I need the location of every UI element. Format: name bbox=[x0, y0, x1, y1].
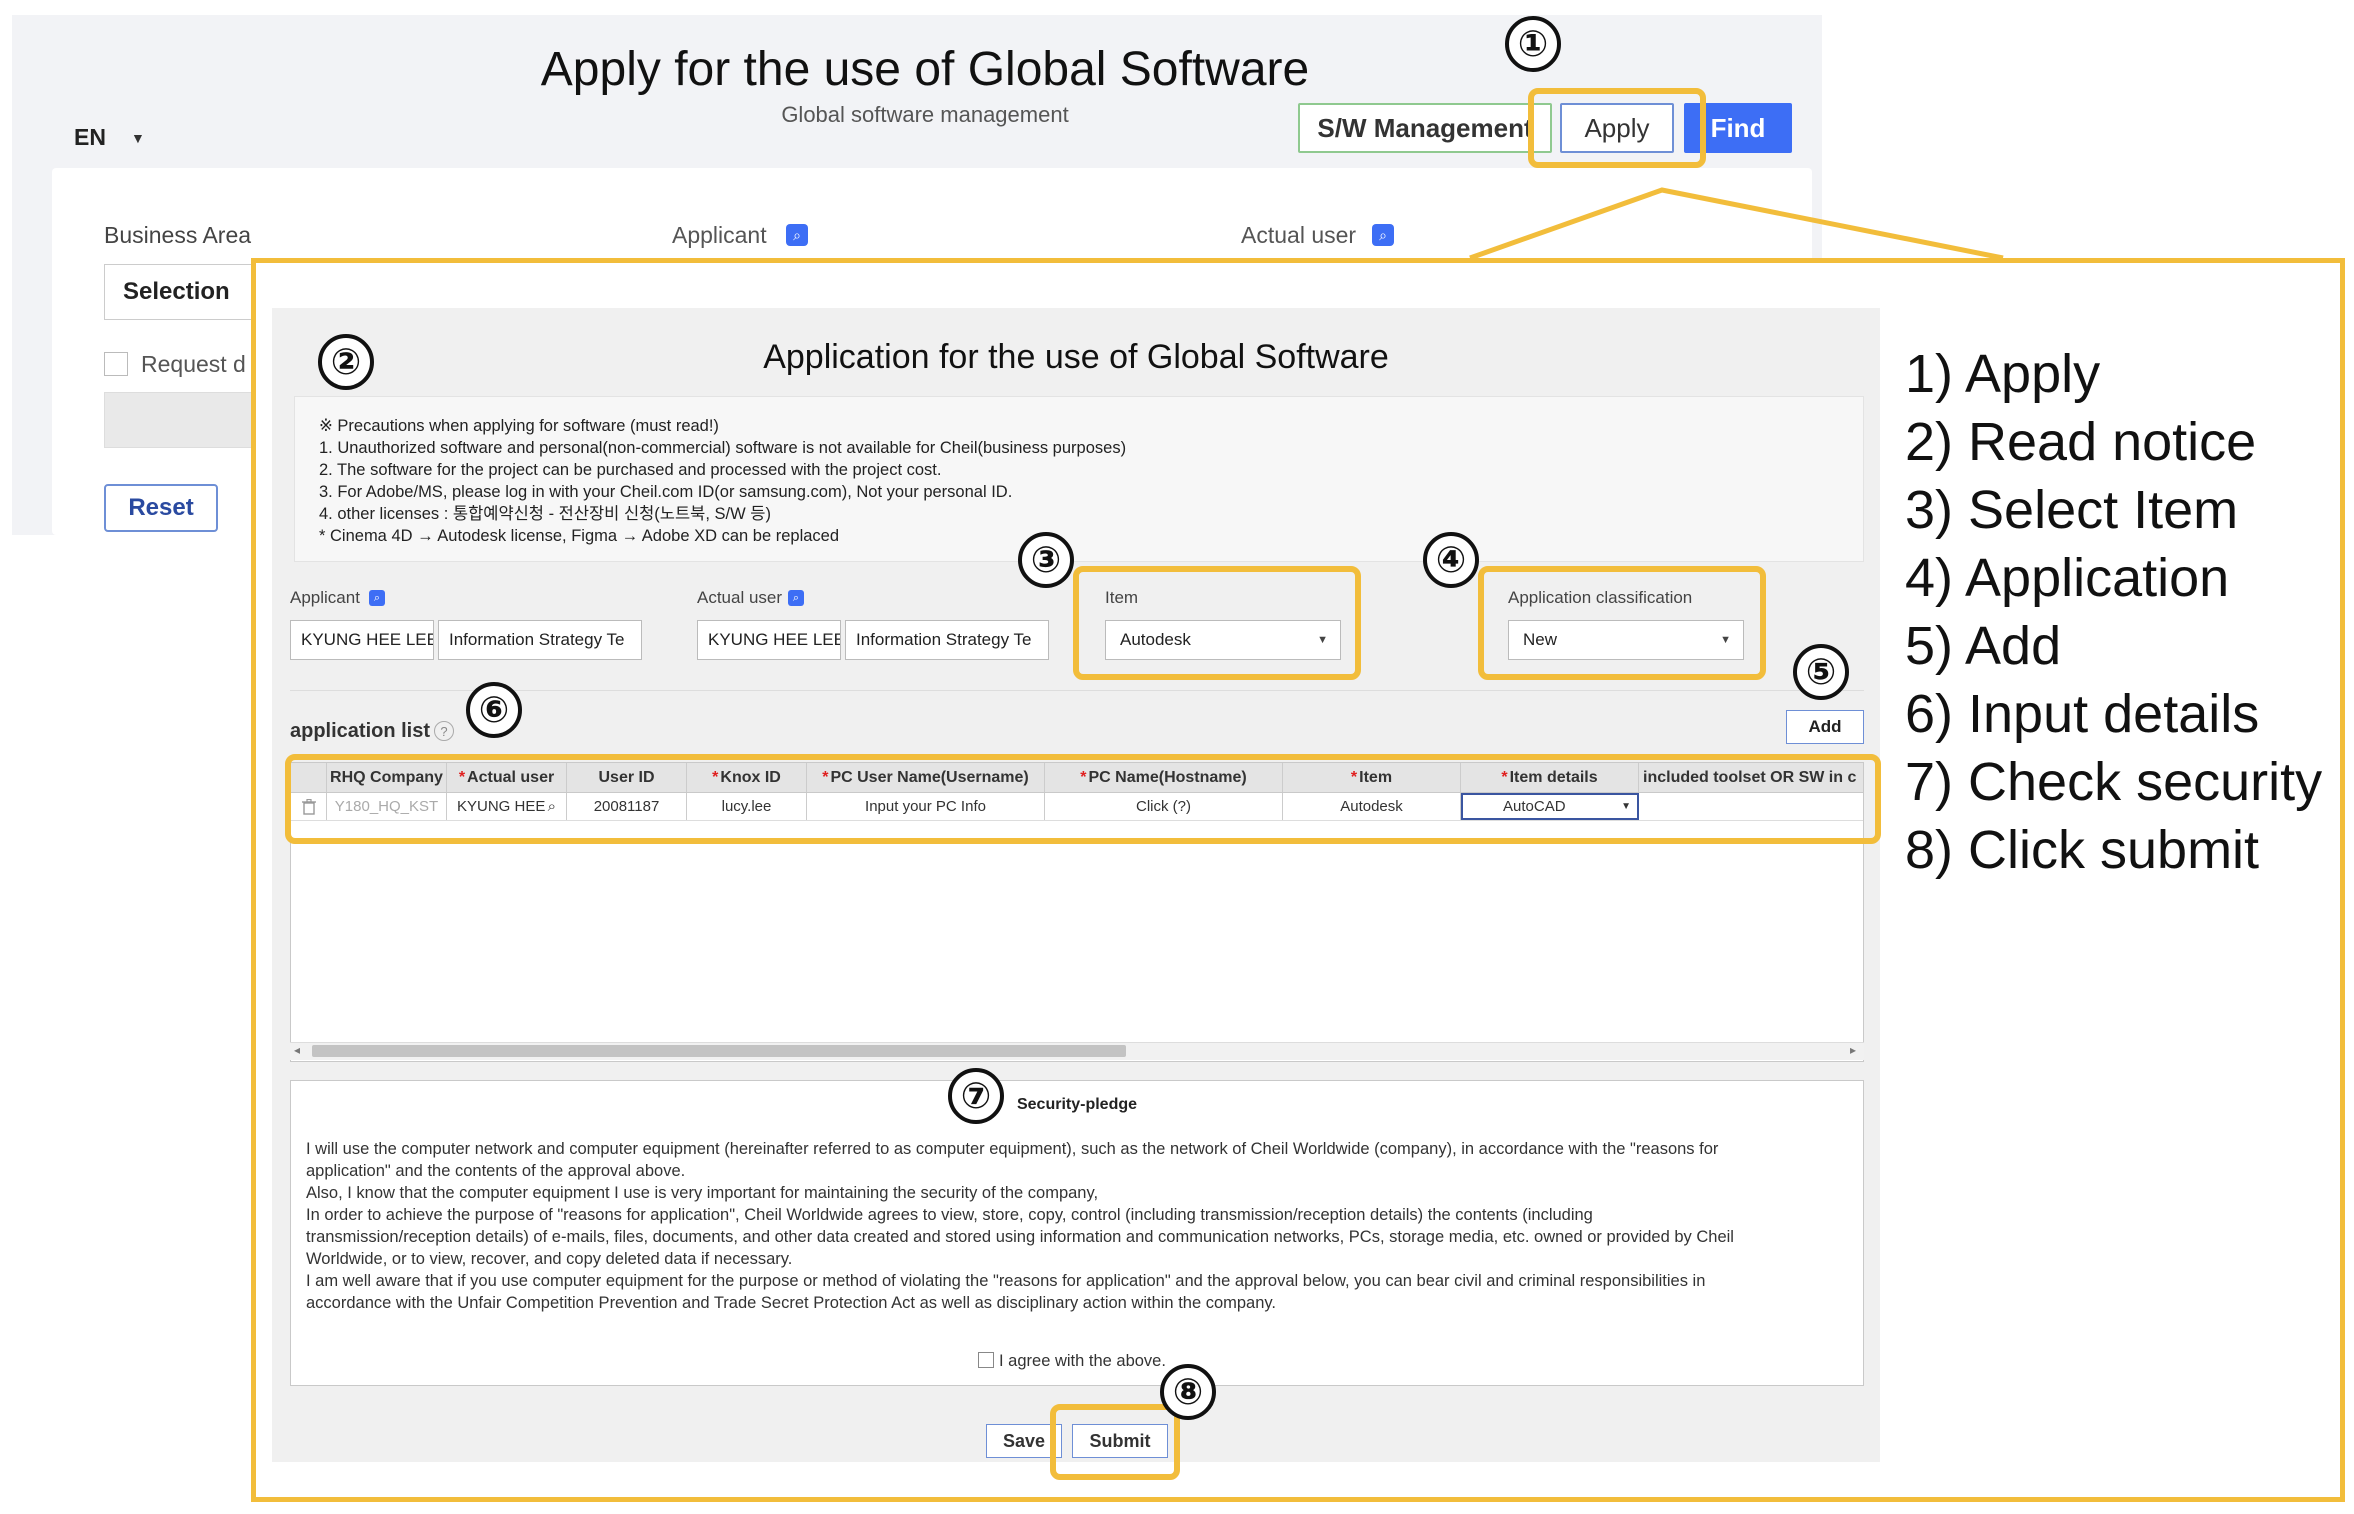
highlight-apply bbox=[1528, 88, 1706, 168]
step-item: 1) Apply bbox=[1905, 344, 2101, 404]
highlight-grid-row bbox=[285, 754, 1881, 844]
step-marker-3: ③ bbox=[1018, 532, 1074, 588]
scroll-right-icon[interactable]: ▸ bbox=[1850, 1043, 1856, 1057]
step-marker-1: ① bbox=[1505, 16, 1561, 72]
step-marker-6: ⑥ bbox=[466, 682, 522, 738]
language-select[interactable]: EN bbox=[74, 124, 106, 151]
request-label: Request d bbox=[141, 351, 246, 377]
page-subtitle: Global software management bbox=[781, 102, 1069, 127]
agree-label: I agree with the above. bbox=[999, 1352, 1166, 1370]
step-marker-8: ⑧ bbox=[1160, 1364, 1216, 1420]
notice-line: 4. other licenses : 통합예약신청 - 전산장비 신청(노트북… bbox=[319, 505, 771, 523]
step-marker-2: ② bbox=[318, 334, 374, 390]
notice-line: 1. Unauthorized software and personal(no… bbox=[319, 439, 1127, 457]
search-icon[interactable]: ⌕ bbox=[786, 224, 808, 246]
step-marker-5: ⑤ bbox=[1793, 644, 1849, 700]
application-list-label: application list bbox=[290, 720, 431, 742]
highlight-item bbox=[1073, 566, 1361, 680]
applicant-name-field[interactable]: KYUNG HEE LEE bbox=[290, 620, 434, 660]
divider bbox=[290, 690, 1864, 691]
notice-line: 3. For Adobe/MS, please log in with your… bbox=[319, 483, 1013, 501]
modal-title: Application for the use of Global Softwa… bbox=[763, 338, 1389, 376]
request-checkbox[interactable] bbox=[104, 352, 128, 376]
highlight-submit bbox=[1050, 1404, 1180, 1480]
step-item: 5) Add bbox=[1905, 616, 2062, 676]
step-marker-7: ⑦ bbox=[948, 1068, 1004, 1124]
notice-box: ※ Precautions when applying for software… bbox=[294, 396, 1864, 562]
applicant-label: Applicant bbox=[672, 222, 767, 248]
pledge-line: Also, I know that the computer equipment… bbox=[306, 1184, 1099, 1202]
business-area-select[interactable]: Selection bbox=[104, 264, 264, 320]
highlight-classification bbox=[1478, 566, 1766, 680]
business-area-label: Business Area bbox=[104, 222, 252, 248]
sw-management-button[interactable]: S/W Management bbox=[1298, 103, 1552, 153]
pledge-line: In order to achieve the purpose of "reas… bbox=[306, 1206, 1593, 1224]
scrollbar-thumb[interactable] bbox=[312, 1045, 1126, 1057]
disabled-field bbox=[104, 392, 264, 448]
actual-user-dept-field[interactable]: Information Strategy Te bbox=[845, 620, 1049, 660]
step-item: 2) Read notice bbox=[1905, 412, 2257, 472]
step-item: 7) Check security bbox=[1905, 752, 2323, 812]
steps-list: 1) Apply 2) Read notice 3) Select Item 4… bbox=[1905, 340, 2345, 884]
applicant-label: Applicant bbox=[290, 588, 360, 607]
pledge-line: Worldwide, or to view, recover, and copy… bbox=[306, 1250, 793, 1268]
reset-button[interactable]: Reset bbox=[104, 484, 218, 532]
pledge-line: application" and the contents of the app… bbox=[306, 1162, 686, 1180]
search-icon[interactable]: ⌕ bbox=[1372, 224, 1394, 246]
step-marker-4: ④ bbox=[1423, 532, 1479, 588]
security-pledge-text: I will use the computer network and comp… bbox=[306, 1138, 1846, 1314]
add-button[interactable]: Add bbox=[1786, 710, 1864, 744]
notice-line: ※ Precautions when applying for software… bbox=[319, 417, 719, 435]
pledge-line: accordance with the Unfair Competition P… bbox=[306, 1294, 1277, 1312]
security-pledge-title: Security-pledge bbox=[1016, 1096, 1138, 1113]
step-item: 6) Input details bbox=[1905, 684, 2260, 744]
step-item: 8) Click submit bbox=[1905, 820, 2260, 880]
search-icon[interactable]: ⌕ bbox=[369, 590, 385, 606]
applicant-dept-field[interactable]: Information Strategy Te bbox=[438, 620, 642, 660]
help-icon[interactable]: ? bbox=[434, 721, 454, 741]
caret-down-icon: ▼ bbox=[131, 130, 145, 146]
notice-line: 2. The software for the project can be p… bbox=[319, 461, 942, 479]
agree-checkbox[interactable] bbox=[978, 1352, 994, 1368]
pledge-line: I am well aware that if you use computer… bbox=[306, 1272, 1706, 1290]
notice-line: * Cinema 4D → Autodesk license, Figma → … bbox=[319, 527, 840, 545]
pledge-line: I will use the computer network and comp… bbox=[306, 1140, 1719, 1158]
step-item: 4) Application bbox=[1905, 548, 2230, 608]
actual-user-name-field[interactable]: KYUNG HEE LEE bbox=[697, 620, 841, 660]
scroll-left-icon[interactable]: ◂ bbox=[294, 1043, 300, 1057]
search-icon[interactable]: ⌕ bbox=[788, 590, 804, 606]
actual-user-label: Actual user bbox=[1241, 222, 1357, 248]
step-item: 3) Select Item bbox=[1905, 480, 2239, 540]
actual-user-label: Actual user bbox=[697, 588, 783, 607]
page-title: Apply for the use of Global Software bbox=[540, 43, 1310, 96]
pledge-line: transmission/reception details) of e-mai… bbox=[306, 1228, 1734, 1246]
